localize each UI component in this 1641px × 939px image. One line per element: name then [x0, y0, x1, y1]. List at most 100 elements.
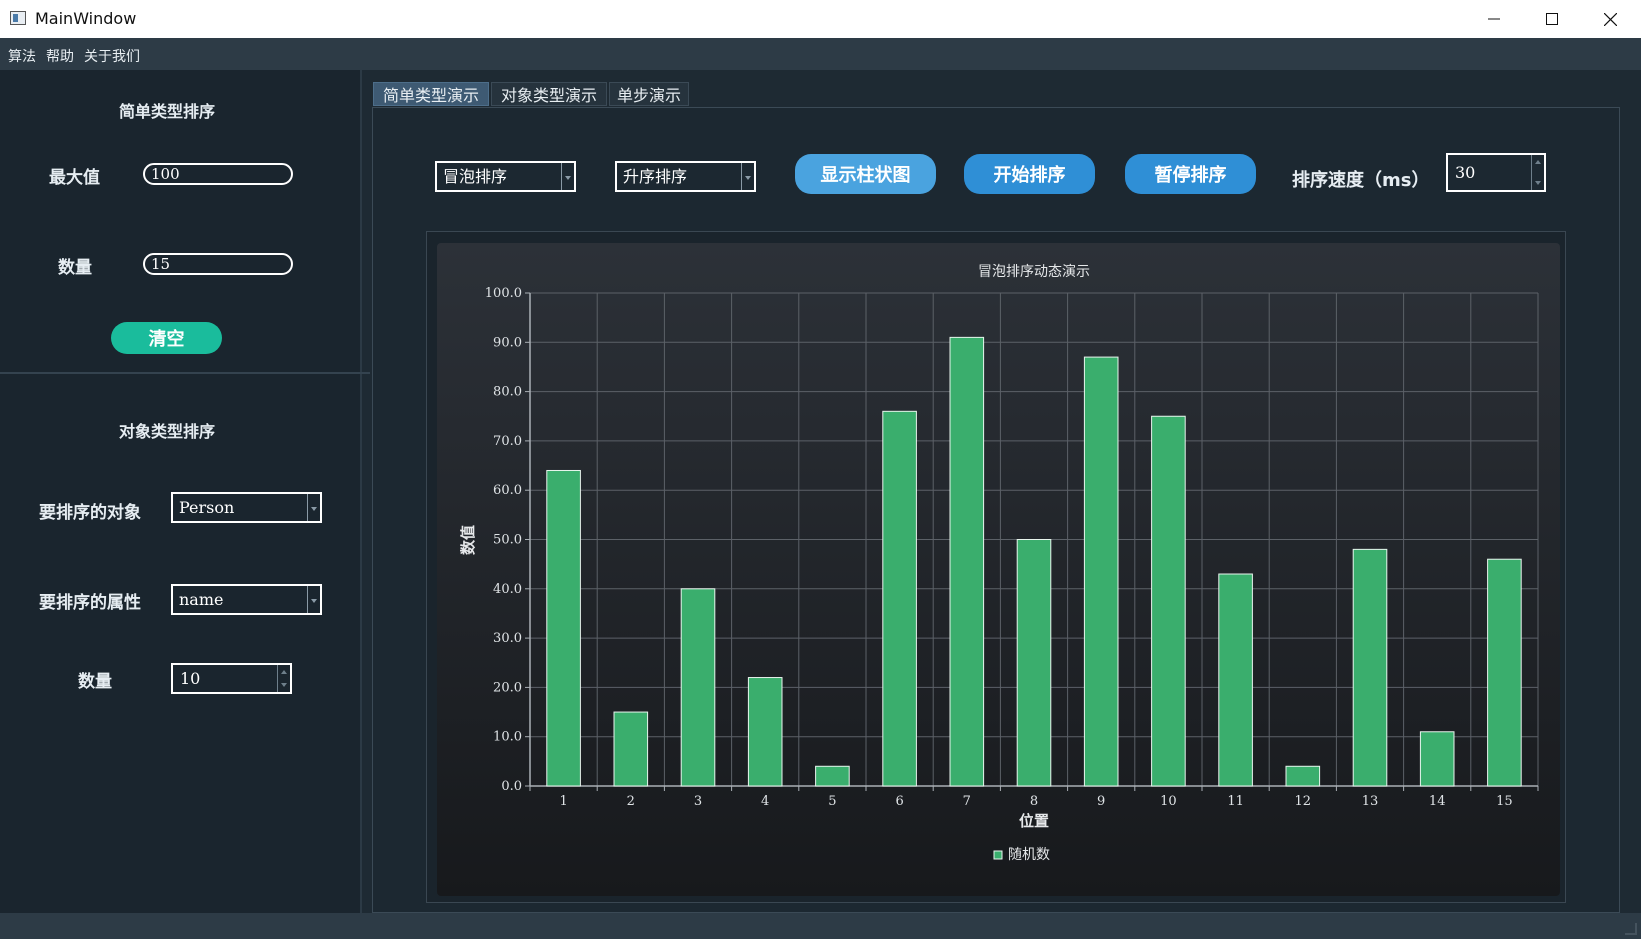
- count-label: 数量: [58, 258, 92, 278]
- bar: [1016, 539, 1052, 787]
- tab-object-demo[interactable]: 对象类型演示: [491, 82, 607, 106]
- menu-bar: 算法 帮助 关于我们: [0, 38, 1641, 70]
- x-tick-label: 12: [1295, 794, 1312, 809]
- y-tick-label: 70.0: [493, 434, 522, 449]
- x-tick-label: 14: [1429, 794, 1446, 809]
- sort-speed-value: 30: [1455, 163, 1476, 182]
- app-icon: [10, 11, 26, 25]
- object-select-value: Person: [179, 498, 235, 517]
- tab-step-demo[interactable]: 单步演示: [609, 82, 689, 106]
- order-select-value: 升序排序: [623, 167, 688, 186]
- close-button[interactable]: [1582, 0, 1638, 38]
- x-tick-label: 8: [1030, 794, 1038, 809]
- spin-buttons[interactable]: [1531, 155, 1544, 190]
- maximize-button[interactable]: [1524, 0, 1580, 38]
- legend-label: 随机数: [1008, 847, 1050, 863]
- attribute-label: 要排序的属性: [39, 593, 141, 613]
- minimize-button[interactable]: [1466, 0, 1522, 38]
- window-title: MainWindow: [35, 9, 137, 28]
- x-tick-label: 5: [828, 794, 836, 809]
- clear-button[interactable]: 清空: [111, 322, 222, 354]
- bar: [1083, 356, 1119, 787]
- chart-title: 冒泡排序动态演示: [978, 264, 1090, 280]
- menu-about[interactable]: 关于我们: [84, 46, 140, 66]
- count-input[interactable]: 15: [143, 253, 293, 275]
- object-label: 要排序的对象: [39, 503, 141, 523]
- minimize-icon: [1488, 18, 1500, 20]
- tab-simple-demo[interactable]: 简单类型演示: [373, 82, 489, 106]
- bar: [1285, 765, 1321, 787]
- chevron-down-icon: [307, 494, 320, 521]
- x-tick-label: 10: [1160, 794, 1177, 809]
- order-select[interactable]: 升序排序: [615, 161, 756, 192]
- sort-speed-spinbox[interactable]: 30: [1446, 153, 1546, 192]
- x-axis-label: 位置: [1019, 812, 1049, 830]
- spin-down-icon: [281, 683, 287, 687]
- legend-marker: [993, 850, 1003, 860]
- bar: [680, 588, 716, 787]
- simple-sort-title: 简单类型排序: [119, 102, 216, 121]
- y-tick-label: 20.0: [493, 680, 522, 695]
- y-tick-label: 90.0: [493, 335, 522, 350]
- menu-algorithm[interactable]: 算法: [8, 46, 36, 66]
- bar: [1218, 573, 1253, 787]
- x-tick-label: 9: [1097, 794, 1105, 809]
- y-tick-label: 80.0: [493, 385, 522, 400]
- x-tick-label: 2: [627, 794, 635, 809]
- close-icon: [1603, 12, 1617, 26]
- x-tick-label: 13: [1362, 794, 1379, 809]
- spin-buttons[interactable]: [277, 665, 290, 692]
- chevron-down-icon: [561, 163, 574, 190]
- y-tick-label: 10.0: [493, 730, 522, 745]
- x-tick-label: 7: [963, 794, 971, 809]
- bar: [1419, 731, 1455, 787]
- x-tick-label: 3: [694, 794, 702, 809]
- spin-up-icon: [281, 670, 287, 674]
- max-value-input[interactable]: 100: [143, 163, 293, 185]
- bar: [546, 469, 581, 787]
- menu-help[interactable]: 帮助: [46, 46, 74, 66]
- x-tick-label: 4: [761, 794, 769, 809]
- spin-down-icon: [1535, 181, 1541, 185]
- spin-up-icon: [1535, 160, 1541, 164]
- bar: [815, 765, 850, 787]
- bar: [1487, 558, 1522, 787]
- bar: [613, 711, 649, 787]
- bar: [949, 336, 985, 787]
- bar: [747, 677, 783, 787]
- bar-chart: 冒泡排序动态演示 0.0 10.0 20.0 30.0 40.0 50.0 60.0 70.0 8…: [459, 264, 1539, 863]
- x-tick-label: 6: [895, 794, 903, 809]
- title-bar: MainWindow: [0, 0, 1641, 39]
- y-tick-label: 0.0: [501, 779, 522, 794]
- pause-sort-button[interactable]: 暂停排序: [1125, 154, 1256, 194]
- algorithm-select-value: 冒泡排序: [443, 167, 508, 186]
- show-chart-button[interactable]: 显示柱状图: [795, 154, 936, 194]
- y-tick-label: 30.0: [493, 631, 522, 646]
- resize-grip-icon[interactable]: [1625, 923, 1637, 935]
- bar: [882, 410, 917, 787]
- object-count-value: 10: [180, 669, 201, 688]
- object-select[interactable]: Person: [171, 492, 322, 523]
- attribute-select[interactable]: name: [171, 584, 322, 615]
- y-tick-label: 100.0: [485, 286, 522, 301]
- x-tick-label: 15: [1496, 794, 1513, 809]
- object-sort-title: 对象类型排序: [119, 422, 216, 441]
- bar: [1151, 415, 1186, 787]
- x-tick-label: 1: [559, 794, 567, 809]
- maximize-icon: [1546, 13, 1558, 25]
- sort-speed-label: 排序速度（ms）: [1292, 170, 1430, 191]
- bar: [1352, 548, 1388, 787]
- left-panel-divider: [0, 372, 370, 374]
- chevron-down-icon: [307, 586, 320, 613]
- status-bar: [0, 913, 1641, 939]
- algorithm-select[interactable]: 冒泡排序: [435, 161, 576, 192]
- object-count-spinbox[interactable]: 10: [171, 663, 292, 694]
- object-count-label: 数量: [78, 672, 112, 692]
- attribute-select-value: name: [179, 590, 224, 609]
- y-tick-label: 60.0: [493, 483, 522, 498]
- chevron-down-icon: [741, 163, 754, 190]
- max-value-label: 最大值: [49, 168, 100, 188]
- y-tick-label: 50.0: [493, 533, 522, 548]
- y-axis-label: 数值: [459, 525, 477, 555]
- start-sort-button[interactable]: 开始排序: [964, 154, 1095, 194]
